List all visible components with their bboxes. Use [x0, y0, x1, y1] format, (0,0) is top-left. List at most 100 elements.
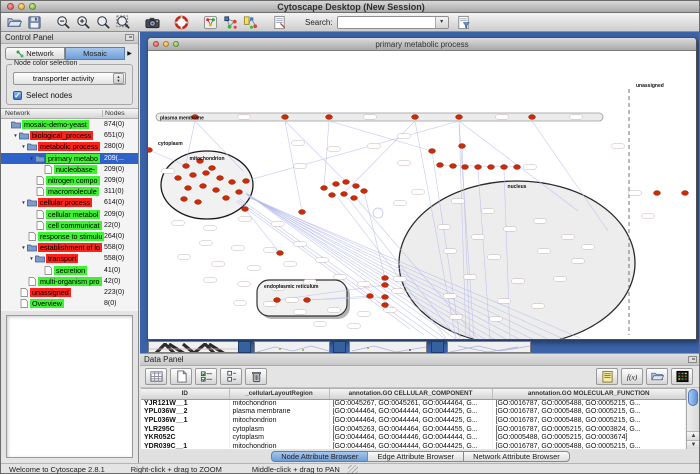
graph-node[interactable] — [361, 189, 368, 194]
graph-node[interactable] — [236, 190, 243, 195]
expand-arrow-icon[interactable]: ▼ — [20, 200, 27, 205]
resize-grip[interactable] — [348, 465, 358, 474]
select-attr-icon[interactable] — [195, 368, 217, 385]
table-column-header[interactable]: ID — [141, 389, 229, 399]
tree-row[interactable]: ▼primary metabo209(... — [1, 153, 138, 164]
expand-arrow-icon[interactable]: ▼ — [12, 133, 19, 138]
tab-edge-attribute-browser[interactable]: Edge Attribute Browser — [367, 451, 464, 462]
graph-node[interactable] — [209, 166, 216, 171]
graph-node[interactable] — [382, 295, 389, 300]
table-cell[interactable]: YDR039C__1 — [141, 442, 229, 449]
graph-node[interactable] — [459, 144, 466, 149]
graph-node[interactable] — [282, 115, 289, 120]
birdseye-view[interactable] — [6, 315, 133, 458]
unselect-attr-icon[interactable] — [220, 368, 242, 385]
graph-node[interactable] — [429, 149, 436, 154]
graph-node[interactable] — [217, 176, 224, 181]
table-column-header[interactable]: _cellularLayoutRegion — [229, 389, 329, 399]
graph-node[interactable] — [462, 165, 469, 170]
attr-table-icon[interactable] — [145, 368, 167, 385]
table-cell[interactable]: mitochondrion — [229, 442, 329, 449]
graph-node[interactable] — [321, 186, 328, 191]
import-attrs-icon[interactable] — [646, 368, 668, 385]
graph-node[interactable] — [382, 283, 389, 288]
graph-node[interactable] — [382, 276, 389, 281]
tree-column-network[interactable]: Network — [1, 110, 102, 117]
float-panel-icon[interactable] — [688, 356, 697, 363]
minimize-icon[interactable] — [163, 41, 169, 47]
tab-mosaic[interactable]: Mosaic — [65, 47, 125, 60]
tree-row[interactable]: nitrogen compo209(0) — [1, 175, 138, 186]
table-cell[interactable]: YPL036W__2 — [141, 408, 229, 417]
table-row[interactable]: YLR295Ccytoplasm[GO:0045263, GO:0044464,… — [141, 425, 686, 434]
tree-row[interactable]: ▼metabolic process280(0) — [1, 141, 138, 152]
zoom-button[interactable] — [29, 3, 36, 10]
table-scrollbar[interactable]: ▲▼ — [686, 388, 700, 449]
table-cell[interactable]: [GO:0016787, GO:0005488, GO:0005215, G..… — [492, 399, 686, 408]
zoom-in-icon[interactable] — [75, 14, 92, 31]
table-cell[interactable]: [GO:0045267, GO:0045261, GO:0044464, G..… — [329, 399, 492, 408]
table-cell[interactable]: mitochondrion — [229, 399, 329, 408]
delete-attr-icon[interactable] — [245, 368, 267, 385]
zoom-out-icon[interactable] — [55, 14, 72, 31]
tree-row[interactable]: ▼cellular process614(0) — [1, 197, 138, 208]
function-icon[interactable]: f(x) — [621, 368, 643, 385]
filter-icon[interactable] — [455, 14, 472, 31]
tree-row[interactable]: cell communicat22(0) — [1, 220, 138, 231]
graph-node[interactable] — [529, 115, 536, 120]
tab-network[interactable]: Network — [5, 47, 65, 60]
table-row[interactable]: YKR052Ccytoplasm[GO:0044464, GO:0044446,… — [141, 433, 686, 442]
table-cell[interactable]: YJR121W__1 — [141, 399, 229, 408]
scroll-up-icon[interactable]: ▲ — [687, 431, 700, 440]
minimize-button[interactable] — [18, 3, 25, 10]
table-cell[interactable]: [GO:0016787, GO:0005215, GO:0003824, G..… — [492, 425, 686, 434]
table-cell[interactable]: cytoplasm — [229, 433, 329, 442]
search-input[interactable] — [338, 17, 435, 28]
tree-row[interactable]: Overview8(0) — [1, 298, 138, 309]
graph-node[interactable] — [450, 164, 457, 169]
table-cell[interactable]: [GO:0045263, GO:0044464, GO:0044455, G..… — [329, 425, 492, 434]
tree-column-nodes[interactable]: Nodes — [102, 110, 138, 117]
graph-node[interactable] — [343, 180, 350, 185]
graph-node[interactable] — [299, 210, 306, 215]
graph-node[interactable] — [190, 173, 197, 178]
graph-node[interactable] — [682, 191, 689, 196]
table-column-header[interactable]: annotation.GO MOLECULAR_FUNCTION — [492, 389, 686, 399]
tab-overflow-icon[interactable]: ▶ — [125, 50, 134, 57]
graph-node[interactable] — [195, 200, 202, 205]
expand-arrow-icon[interactable]: ▼ — [28, 156, 35, 161]
close-button[interactable] — [7, 3, 14, 10]
graph-node[interactable] — [333, 182, 340, 187]
tree-row[interactable]: mosaic-demo-yeast874(0) — [1, 119, 138, 130]
table-cell[interactable]: YKR052C — [141, 433, 229, 442]
table-column-header[interactable]: annotation.GO CELLULAR_COMPONENT — [329, 389, 492, 399]
zoom-fit-icon[interactable] — [115, 14, 132, 31]
table-cell[interactable]: cytoplasm — [229, 425, 329, 434]
matrix-icon[interactable] — [671, 368, 693, 385]
zoom-icon[interactable] — [173, 41, 179, 47]
create-attr-icon[interactable] — [170, 368, 192, 385]
table-cell[interactable]: [GO:0016787, GO:0005488, GO:0005215, G..… — [492, 408, 686, 417]
graph-node[interactable] — [367, 294, 374, 299]
vizmapper-icon[interactable] — [202, 14, 219, 31]
graph-node[interactable] — [329, 193, 336, 198]
table-cell[interactable]: [GO:0044464, GO:0044444, GO:0044425, G..… — [329, 416, 492, 425]
tree-row[interactable]: response to stimulu264(0) — [1, 231, 138, 242]
graph-node[interactable] — [501, 165, 508, 170]
graph-node[interactable] — [175, 176, 182, 181]
graph-node[interactable] — [304, 298, 311, 303]
graph-node[interactable] — [213, 188, 220, 193]
graph-node[interactable] — [223, 196, 230, 201]
graph-node[interactable] — [277, 251, 284, 256]
notes-icon[interactable] — [596, 368, 618, 385]
table-cell[interactable]: [GO:0044464, GO:0044444, GO:0044425, G..… — [329, 408, 492, 417]
table-row[interactable]: YPL036W__2plasma membrane[GO:0044464, GO… — [141, 408, 686, 417]
table-cell[interactable]: [GO:0016787, GO:0005488, GO:0005215, G..… — [492, 442, 686, 449]
graph-node[interactable] — [185, 186, 192, 191]
graph-node[interactable] — [351, 196, 358, 201]
select-nodes-checkbox[interactable]: ✓ — [13, 91, 22, 100]
graph-node[interactable] — [229, 180, 236, 185]
camera-icon[interactable] — [144, 14, 161, 31]
graph-node[interactable] — [382, 303, 389, 308]
table-cell[interactable]: YLR295C — [141, 425, 229, 434]
